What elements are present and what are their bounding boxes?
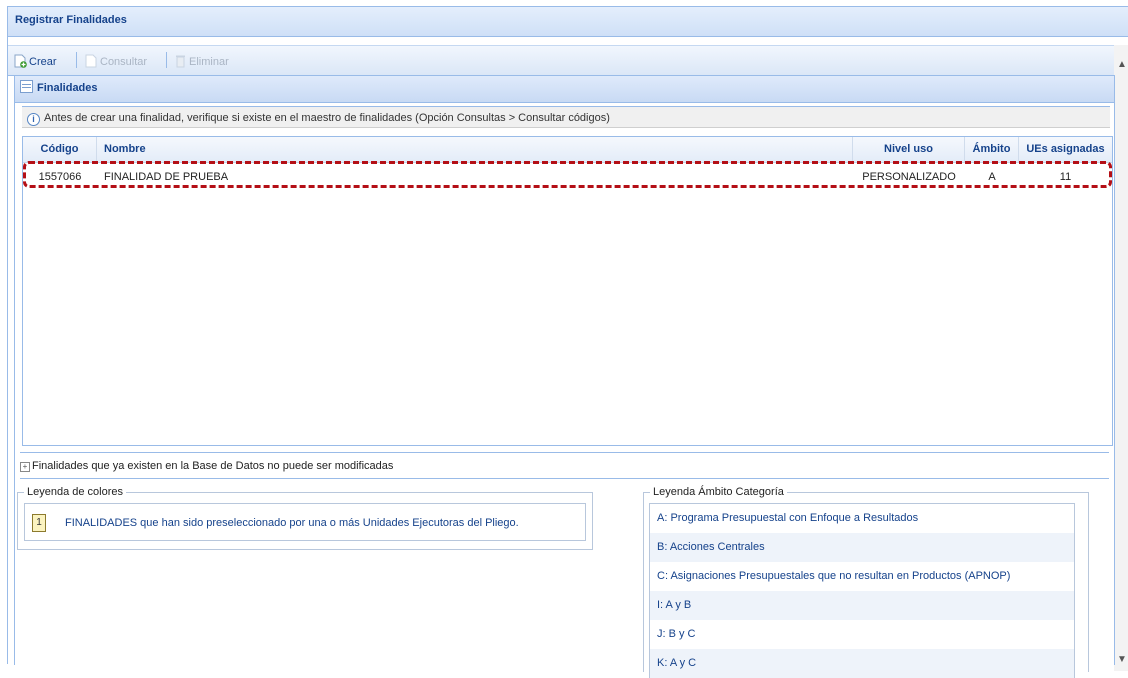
scroll-down-icon[interactable]: ▼ (1117, 654, 1127, 665)
finalidades-grid: Código Nombre Nivel uso Ámbito UEs asign… (22, 136, 1113, 446)
panel-title: Finalidades (37, 82, 98, 94)
col-ues-asignadas[interactable]: UEs asignadas (1019, 137, 1112, 162)
finalidades-panel: Finalidades i Antes de crear una finalida… (14, 75, 1115, 678)
toolbar: Crear Consultar Eliminar (8, 45, 1122, 76)
eliminar-button[interactable]: Eliminar (174, 54, 229, 70)
eliminar-label: Eliminar (189, 56, 229, 68)
row-highlight-annotation (23, 161, 1112, 188)
list-item: I: A y B (650, 591, 1074, 620)
leyenda-ambito-title: Leyenda Ámbito Categoría (650, 486, 787, 499)
leyenda-colores-fieldset: Leyenda de colores 1 FINALIDADES que han… (17, 486, 593, 550)
ambito-list: A: Programa Presupuestal con Enfoque a R… (649, 503, 1075, 678)
scroll-up-icon[interactable]: ▲ (1117, 59, 1127, 70)
section-divider (20, 478, 1109, 479)
existing-expander[interactable]: + Finalidades que ya existen en la Base d… (20, 460, 393, 472)
info-icon: i (27, 113, 40, 126)
legend-color-text: FINALIDADES que han sido preseleccionado… (65, 517, 519, 529)
leyenda-ambito-fieldset: Leyenda Ámbito Categoría A: Programa Pre… (643, 486, 1089, 678)
registrar-finalidades-window: Registrar Finalidades Crear Consultar El… (7, 6, 1128, 678)
info-text: Antes de crear una finalidad, verifique … (44, 112, 610, 124)
consultar-label: Consultar (100, 56, 148, 68)
color-swatch: 1 (32, 514, 46, 532)
consultar-button[interactable]: Consultar (85, 54, 147, 70)
col-nivel-uso[interactable]: Nivel uso (853, 137, 965, 162)
list-item: A: Programa Presupuestal con Enfoque a R… (657, 512, 919, 524)
list-item: J: B y C (657, 628, 696, 640)
vertical-scrollbar[interactable]: ▲ ▼ (1114, 45, 1128, 671)
col-nombre[interactable]: Nombre (97, 137, 853, 162)
panel-header: Finalidades (15, 76, 1114, 103)
window-title: Registrar Finalidades (8, 7, 1128, 37)
section-divider (20, 452, 1109, 453)
legend-color-item: 1 FINALIDADES que han sido preselecciona… (24, 503, 586, 541)
toolbar-separator (166, 52, 167, 68)
existing-label: Finalidades que ya existen en la Base de… (32, 460, 394, 472)
expand-plus-icon[interactable]: + (20, 462, 30, 472)
scroll-thumb[interactable] (1116, 79, 1126, 639)
new-document-icon (14, 54, 27, 68)
trash-icon (174, 54, 187, 68)
toolbar-separator (76, 52, 77, 68)
list-item: C: Asignaciones Presupuestales que no re… (657, 570, 1011, 582)
col-codigo[interactable]: Código (23, 137, 97, 162)
crear-button[interactable]: Crear (14, 54, 57, 70)
info-bar: i Antes de crear una finalidad, verifique… (22, 106, 1110, 128)
list-item: B: Acciones Centrales (650, 533, 1074, 562)
search-document-icon (85, 54, 98, 68)
grid-header: Código Nombre Nivel uso Ámbito UEs asign… (23, 137, 1112, 163)
crear-label: Crear (29, 56, 57, 68)
leyenda-colores-title: Leyenda de colores (24, 486, 127, 499)
list-icon (20, 80, 33, 93)
col-ambito[interactable]: Ámbito (965, 137, 1019, 162)
